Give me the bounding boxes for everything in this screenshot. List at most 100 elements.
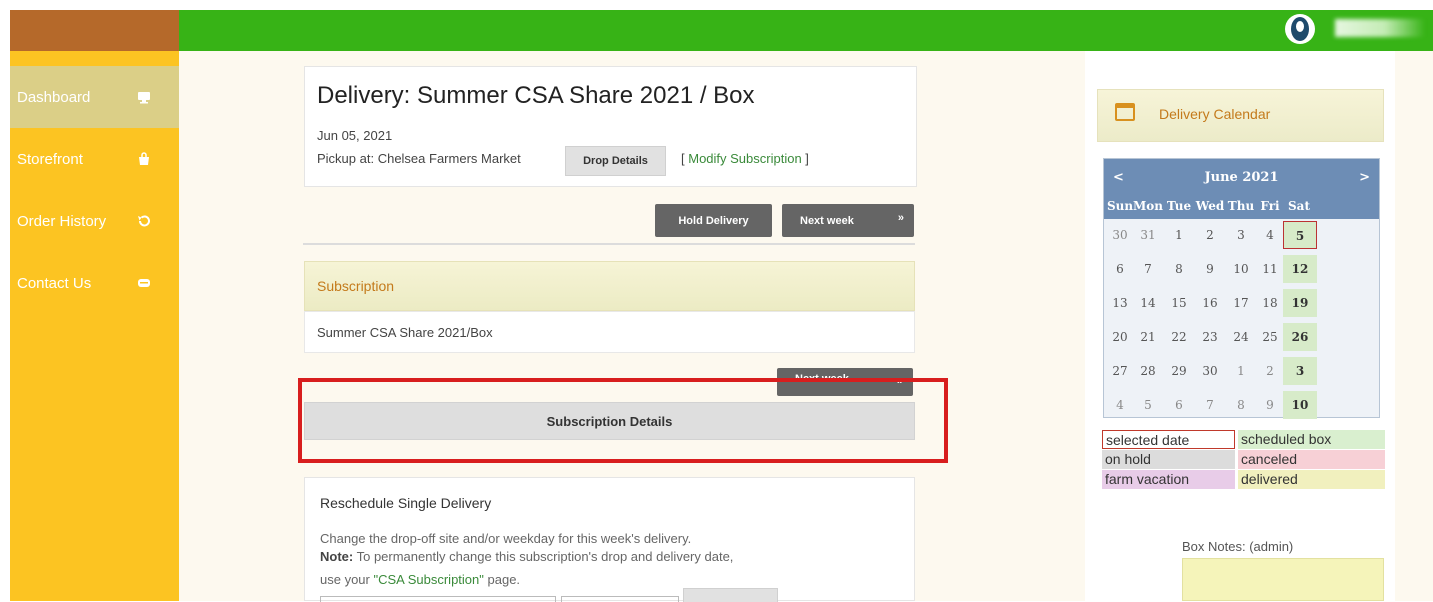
highlight-annotation-box: [298, 378, 948, 463]
calendar-day[interactable]: 11: [1255, 255, 1285, 283]
top-navbar: [179, 10, 1433, 51]
calendar-day[interactable]: 19: [1283, 289, 1317, 317]
pickup-location: Pickup at: Chelsea Farmers Market: [317, 151, 521, 166]
calendar-day[interactable]: 7: [1195, 391, 1225, 419]
calendar-weekday-thu: Thu: [1227, 199, 1255, 213]
calendar-day[interactable]: 22: [1164, 323, 1194, 351]
calendar-day[interactable]: 26: [1283, 323, 1317, 351]
sidebar-item-label: Contact Us: [17, 274, 92, 292]
note-label: Note:: [320, 549, 354, 564]
calendar-day[interactable]: 28: [1133, 357, 1163, 385]
subscription-header: Subscription: [304, 261, 915, 311]
calendar-day[interactable]: 6: [1164, 391, 1194, 419]
calendar-day[interactable]: 12: [1283, 255, 1317, 283]
reschedule-title: Reschedule Single Delivery: [320, 495, 492, 511]
calendar-weekday-fri: Fri: [1260, 199, 1280, 213]
calendar-day[interactable]: 23: [1195, 323, 1225, 351]
calendar-day[interactable]: 8: [1164, 255, 1194, 283]
calendar-day[interactable]: 7: [1133, 255, 1163, 283]
calendar-day[interactable]: 16: [1195, 289, 1225, 317]
calendar-day[interactable]: 1: [1226, 357, 1256, 385]
calendar-day[interactable]: 20: [1105, 323, 1135, 351]
calendar-next-button[interactable]: >: [1359, 170, 1370, 185]
calendar-day[interactable]: 3: [1283, 357, 1317, 385]
history-icon: [138, 215, 150, 227]
chat-icon: [138, 279, 150, 287]
hold-delivery-button[interactable]: Hold Delivery: [655, 204, 772, 237]
next-week-button[interactable]: Next week »: [782, 204, 914, 237]
legend-selected-date: selected date: [1102, 430, 1235, 449]
calendar-day[interactable]: 29: [1164, 357, 1194, 385]
subscription-header-title: Subscription: [317, 278, 395, 294]
calendar-day[interactable]: 25: [1255, 323, 1285, 351]
calendar-title-bar: June 2021 < >: [1104, 159, 1379, 195]
calendar-day[interactable]: 21: [1133, 323, 1163, 351]
sidebar-item-contact-us[interactable]: Contact Us: [10, 252, 179, 314]
calendar-day[interactable]: 14: [1133, 289, 1163, 317]
calendar-weekday-wed: Wed: [1195, 199, 1225, 213]
calendar-day[interactable]: 2: [1195, 221, 1225, 249]
calendar-day[interactable]: 5: [1133, 391, 1163, 419]
brand-area: [10, 10, 179, 51]
delivery-calendar-title: Delivery Calendar: [1159, 106, 1271, 122]
legend-scheduled-box: scheduled box: [1238, 430, 1385, 449]
calendar-day[interactable]: 6: [1105, 255, 1135, 283]
calendar-day[interactable]: 24: [1226, 323, 1256, 351]
calendar-month-label: June 2021: [1204, 170, 1279, 185]
sidebar-item-order-history[interactable]: Order History: [10, 190, 179, 252]
calendar-day[interactable]: 15: [1164, 289, 1194, 317]
calendar-day[interactable]: 18: [1255, 289, 1285, 317]
shopping-bag-icon: [139, 152, 149, 165]
calendar-day[interactable]: 5: [1283, 221, 1317, 249]
sidebar-item-dashboard[interactable]: Dashboard: [10, 66, 179, 128]
calendar-day[interactable]: 9: [1255, 391, 1285, 419]
calendar-day[interactable]: 10: [1283, 391, 1317, 419]
calendar-day[interactable]: 10: [1226, 255, 1256, 283]
drop-site-select[interactable]: [320, 596, 556, 602]
reschedule-button[interactable]: [683, 588, 778, 602]
legend-farm-vacation: farm vacation: [1102, 470, 1235, 489]
calendar-day[interactable]: 13: [1105, 289, 1135, 317]
sidebar-item-storefront[interactable]: Storefront: [10, 128, 179, 190]
reschedule-note: Note: To permanently change this subscri…: [320, 549, 733, 564]
calendar-day[interactable]: 8: [1226, 391, 1256, 419]
calendar-day[interactable]: 30: [1195, 357, 1225, 385]
legend-on-hold: on hold: [1102, 450, 1235, 469]
calendar-day[interactable]: 31: [1133, 221, 1163, 249]
calendar-prev-button[interactable]: <: [1113, 170, 1124, 185]
weekday-select[interactable]: [561, 596, 679, 602]
next-week-label: Next week: [800, 214, 854, 227]
calendar-icon: [1115, 103, 1135, 121]
sidebar-item-label: Storefront: [17, 150, 83, 168]
modify-subscription-link[interactable]: Modify Subscription: [688, 151, 801, 166]
reschedule-description: Change the drop-off site and/or weekday …: [320, 531, 692, 546]
calendar-day[interactable]: 30: [1105, 221, 1135, 249]
calendar-day[interactable]: 4: [1105, 391, 1135, 419]
calendar-day[interactable]: 27: [1105, 357, 1135, 385]
user-avatar-icon[interactable]: [1285, 14, 1315, 44]
csa-subscription-link[interactable]: "CSA Subscription": [373, 572, 483, 587]
delivery-calendar-header: Delivery Calendar: [1097, 89, 1384, 142]
subscription-body: Summer CSA Share 2021/Box: [304, 311, 915, 353]
subscription-name: Summer CSA Share 2021/Box: [317, 325, 493, 340]
box-notes-textarea[interactable]: [1182, 558, 1384, 601]
sidebar-item-label: Order History: [17, 212, 107, 230]
calendar-day[interactable]: 17: [1226, 289, 1256, 317]
drop-details-button[interactable]: Drop Details: [565, 146, 666, 176]
sidebar-item-label: Dashboard: [17, 88, 91, 106]
calendar-weekday-row: Sun Mon Tue Wed Thu Fri Sat: [1104, 195, 1379, 219]
box-notes-label: Box Notes: (admin): [1182, 539, 1294, 554]
calendar-day[interactable]: 3: [1226, 221, 1256, 249]
modify-subscription-wrapper: [ Modify Subscription ]: [681, 151, 809, 166]
sidebar: Dashboard Storefront Order History Conta…: [10, 51, 179, 601]
calendar-day[interactable]: 2: [1255, 357, 1285, 385]
user-name-blurred[interactable]: [1335, 19, 1425, 37]
calendar-day[interactable]: 1: [1164, 221, 1194, 249]
link-prefix: use your: [320, 572, 374, 587]
delivery-date: Jun 05, 2021: [317, 128, 393, 143]
calendar-day[interactable]: 4: [1255, 221, 1285, 249]
calendar-day[interactable]: 9: [1195, 255, 1225, 283]
calendar-weekday-mon: Mon: [1133, 199, 1164, 213]
legend-canceled: canceled: [1238, 450, 1385, 469]
note-text: To permanently change this subscription'…: [353, 549, 734, 564]
